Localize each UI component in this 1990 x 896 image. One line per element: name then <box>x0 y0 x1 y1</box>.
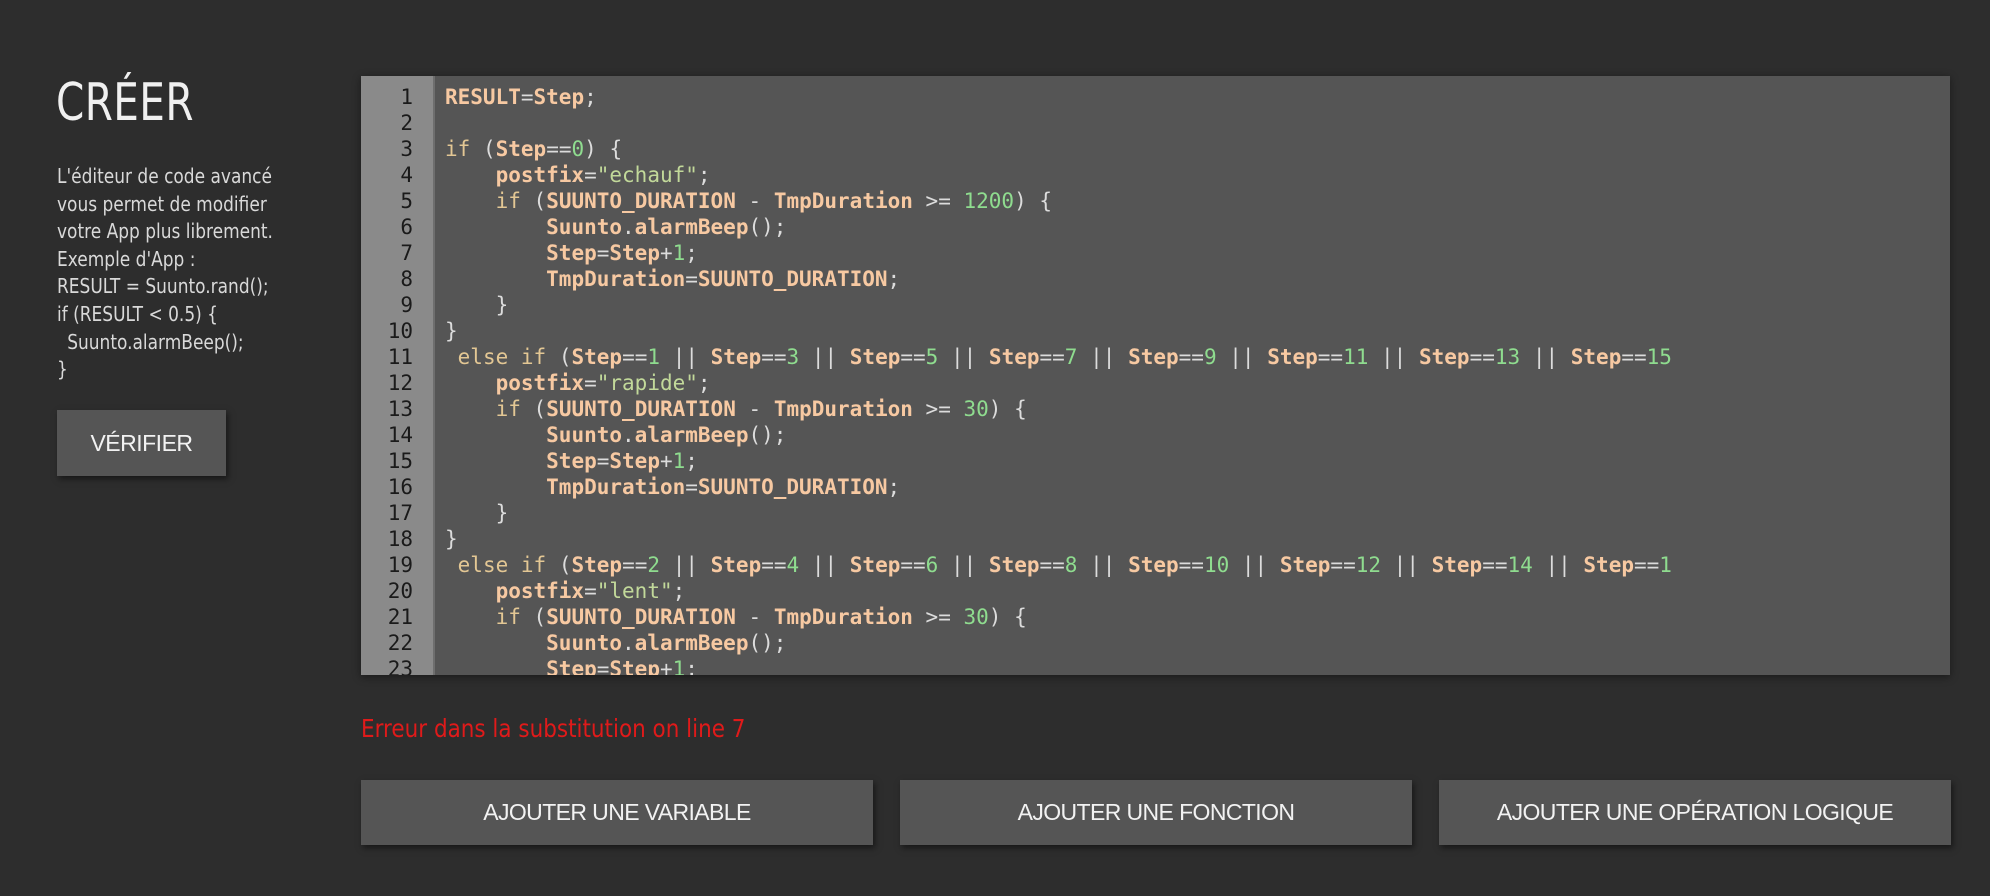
line-number: 17 <box>387 501 413 525</box>
line-number: 20 <box>387 579 413 603</box>
description-line: RESULT = Suunto.rand(); <box>57 274 269 299</box>
description-line: } <box>57 357 68 382</box>
add-logic-operation-button[interactable]: AJOUTER UNE OPÉRATION LOGIQUE <box>1439 780 1951 845</box>
code-line[interactable]: postfix="rapide"; <box>445 370 1950 396</box>
code-line[interactable]: } <box>445 318 1950 344</box>
code-line[interactable]: if (Step==0) { <box>445 136 1950 162</box>
code-line[interactable]: if (SUUNTO_DURATION - TmpDuration >= 30)… <box>445 604 1950 630</box>
description-line: Exemple d'App : <box>57 246 196 271</box>
line-number: 1 <box>400 85 413 109</box>
line-number: 8 <box>400 267 413 291</box>
code-line[interactable]: if (SUUNTO_DURATION - TmpDuration >= 30)… <box>445 396 1950 422</box>
line-number: 19 <box>387 553 413 577</box>
code-line[interactable]: Suunto.alarmBeep(); <box>445 214 1950 240</box>
line-number: 14 <box>387 423 413 447</box>
code-line[interactable]: TmpDuration=SUUNTO_DURATION; <box>445 474 1950 500</box>
description-line: if (RESULT < 0.5) { <box>57 301 218 326</box>
page-title: CRÉER <box>56 73 194 133</box>
line-number-gutter: 1 2 3 4 5 6 7 8 9 10 11 12 13 14 15 16 17 18 19 20 21 22 23 <box>361 76 435 675</box>
line-number: 4 <box>400 163 413 187</box>
verify-button[interactable]: VÉRIFIER <box>57 410 226 476</box>
code-line[interactable]: postfix="lent"; <box>445 578 1950 604</box>
code-line[interactable]: Step=Step+1; <box>445 240 1950 266</box>
code-line[interactable]: Step=Step+1; <box>445 656 1950 675</box>
line-number: 23 <box>387 657 413 675</box>
line-number: 22 <box>387 631 413 655</box>
line-number: 3 <box>400 137 413 161</box>
code-line[interactable]: postfix="echauf"; <box>445 162 1950 188</box>
code-line[interactable]: } <box>445 500 1950 526</box>
line-number: 7 <box>400 241 413 265</box>
line-number: 16 <box>387 475 413 499</box>
code-line[interactable]: } <box>445 292 1950 318</box>
code-line[interactable]: TmpDuration=SUUNTO_DURATION; <box>445 266 1950 292</box>
code-line[interactable]: } <box>445 526 1950 552</box>
line-number: 5 <box>400 189 413 213</box>
add-variable-button[interactable]: AJOUTER UNE VARIABLE <box>361 780 873 845</box>
description-line: Suunto.alarmBeep(); <box>67 329 244 354</box>
code-line[interactable]: else if (Step==1 || Step==3 || Step==5 |… <box>445 344 1950 370</box>
code-editor[interactable]: 1 2 3 4 5 6 7 8 9 10 11 12 13 14 15 16 17 18 19 20 21 22 23 RE… <box>361 76 1950 675</box>
code-line[interactable]: Suunto.alarmBeep(); <box>445 630 1950 656</box>
editor-description: L'éditeur de code avancé vous permet de … <box>57 163 322 384</box>
description-line: votre App plus librement. <box>57 219 273 244</box>
line-number: 6 <box>400 215 413 239</box>
code-line[interactable]: Suunto.alarmBeep(); <box>445 422 1950 448</box>
line-number: 21 <box>387 605 413 629</box>
line-number: 12 <box>387 371 413 395</box>
line-number: 18 <box>387 527 413 551</box>
error-message: Erreur dans la substitution on line 7 <box>361 714 746 743</box>
code-line[interactable]: if (SUUNTO_DURATION - TmpDuration >= 120… <box>445 188 1950 214</box>
line-number: 15 <box>387 449 413 473</box>
line-number: 13 <box>387 397 413 421</box>
description-line: L'éditeur de code avancé <box>57 164 272 188</box>
line-number: 2 <box>400 111 413 135</box>
code-line[interactable]: else if (Step==2 || Step==4 || Step==6 |… <box>445 552 1950 578</box>
code-line[interactable]: Step=Step+1; <box>445 448 1950 474</box>
line-number: 10 <box>387 319 413 343</box>
code-line[interactable]: RESULT=Step; <box>445 84 1950 110</box>
code-line[interactable]: ​ <box>445 110 1950 136</box>
add-function-button[interactable]: AJOUTER UNE FONCTION <box>900 780 1412 845</box>
line-number: 11 <box>387 345 413 369</box>
line-number: 9 <box>400 293 413 317</box>
code-area[interactable]: RESULT=Step;​if (Step==0) { postfix="ech… <box>435 76 1950 675</box>
description-line: vous permet de modifier <box>57 191 267 216</box>
